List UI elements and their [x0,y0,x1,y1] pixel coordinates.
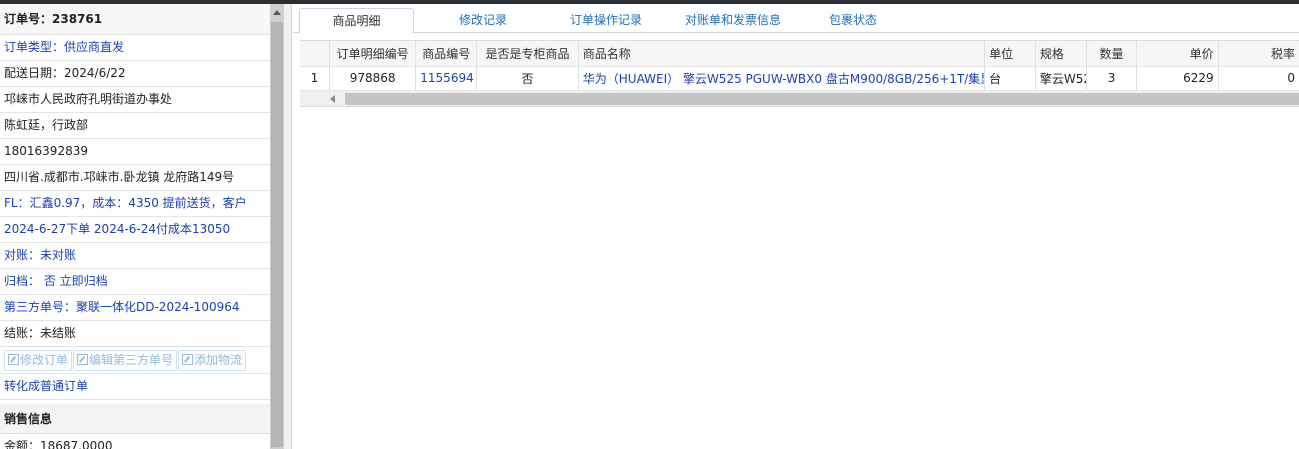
counter-product-cell: 否 [476,66,579,91]
row-number-cell: 1 [300,66,330,91]
order-note-line-2: 2024-6-27下单 2024-6-24付成本13050 [0,217,270,243]
detail-number-cell: 978868 [329,66,417,91]
order-info-panel: 订单号：238761 订单类型：供应商直发 配送日期：2024/6/22 邛崃市… [0,4,270,449]
column-header[interactable]: 商品编号 [415,41,478,67]
order-type: 订单类型：供应商直发 [0,35,270,61]
customer-organization: 邛崃市人民政府孔明街道办事处 [0,87,270,113]
edit-icon [182,354,194,365]
scrollbar-thumb[interactable] [271,22,283,447]
left-panel-scrollbar[interactable] [270,4,284,449]
edit-order-button[interactable]: 修改订单 [4,350,73,371]
edit-icon [8,354,19,365]
scroll-up-arrow-icon[interactable] [270,6,284,20]
unit-price-cell: 6229 [1136,66,1219,91]
reconcile-status[interactable]: 对账：未对账 [0,243,270,269]
table-header-row: 订单明细编号 商品编号 是否是专柜商品 商品名称 单位 规格 数量 单价 税率 [300,41,1299,67]
edit-third-party-label: 编辑第三方单号 [89,353,174,367]
column-header[interactable]: 单位 [984,41,1036,67]
column-header[interactable]: 规格 [1035,41,1087,67]
unit-cell: 台 [984,66,1036,91]
tab-bar: 商品明细 修改记录 订单操作记录 对账单和发票信息 包裹状态 [293,4,1299,34]
horizontal-scrollbar[interactable] [300,90,1299,107]
tab-modification-log[interactable]: 修改记录 [428,8,538,33]
product-number-link[interactable]: 1155694 [415,66,478,91]
edit-icon [77,354,89,365]
edit-third-party-button[interactable]: 编辑第三方单号 [73,350,178,371]
details-panel: 商品明细 修改记录 订单操作记录 对账单和发票信息 包裹状态 订单明细编号 商品… [293,4,1299,449]
convert-to-normal-order-link[interactable]: 转化成普通订单 [0,374,270,400]
order-number: 订单号：238761 [0,4,270,35]
horizontal-scrollbar-thumb[interactable] [345,92,1299,105]
contact-phone: 18016392839 [0,139,270,165]
tab-order-operation-log[interactable]: 订单操作记录 [551,8,661,33]
product-table: 订单明细编号 商品编号 是否是专柜商品 商品名称 单位 规格 数量 单价 税率 … [300,41,1299,91]
delivery-address: 四川省.成都市.邛崃市.卧龙镇 龙府路149号 [0,165,270,191]
add-logistics-button[interactable]: 添加物流 [178,350,247,371]
product-name-link[interactable]: 华为（HUAWEI） 擎云W525 PGUW-WBX0 盘古M900/8GB/2… [578,66,986,91]
panel-splitter[interactable] [284,4,292,449]
table-row[interactable]: 1 978868 1155694 否 华为（HUAWEI） 擎云W525 PGU… [300,66,1299,91]
column-header[interactable]: 税率 [1218,41,1299,67]
column-header[interactable]: 商品名称 [578,41,986,67]
settlement-status: 结账：未结账 [0,321,270,347]
tab-statement-invoice[interactable]: 对账单和发票信息 [673,8,793,33]
column-header[interactable]: 数量 [1086,41,1138,67]
tab-product-details[interactable]: 商品明细 [299,8,414,34]
quantity-cell: 3 [1086,66,1138,91]
edit-order-label: 修改订单 [20,353,69,367]
scroll-left-arrow-icon[interactable] [330,94,335,103]
order-note-line-1: FL：汇鑫0.97，成本：4350 提前送货，客户 [0,191,270,217]
tax-rate-cell: 0 [1218,66,1299,91]
column-header[interactable]: 是否是专柜商品 [476,41,579,67]
action-buttons: 修改订单 编辑第三方单号 添加物流 [0,347,270,374]
contact-person: 陈虹廷，行政部 [0,113,270,139]
product-details-grid: 订单明细编号 商品编号 是否是专柜商品 商品名称 单位 规格 数量 单价 税率 … [300,40,1299,107]
spec-cell: 擎云W525 [1035,66,1087,91]
tab-package-status[interactable]: 包裹状态 [808,8,898,33]
column-header[interactable]: 订单明细编号 [329,41,417,67]
archive-status[interactable]: 归档： 否 立即归档 [0,269,270,295]
add-logistics-label: 添加物流 [194,353,243,367]
delivery-date: 配送日期：2024/6/22 [0,61,270,87]
column-header [300,41,330,67]
sales-amount: 金额：18687.0000 [0,434,270,449]
sales-info-header: 销售信息 [0,404,270,434]
column-header[interactable]: 单价 [1136,41,1219,67]
third-party-order-number: 第三方单号：聚联一体化DD-2024-100964 [0,295,270,321]
